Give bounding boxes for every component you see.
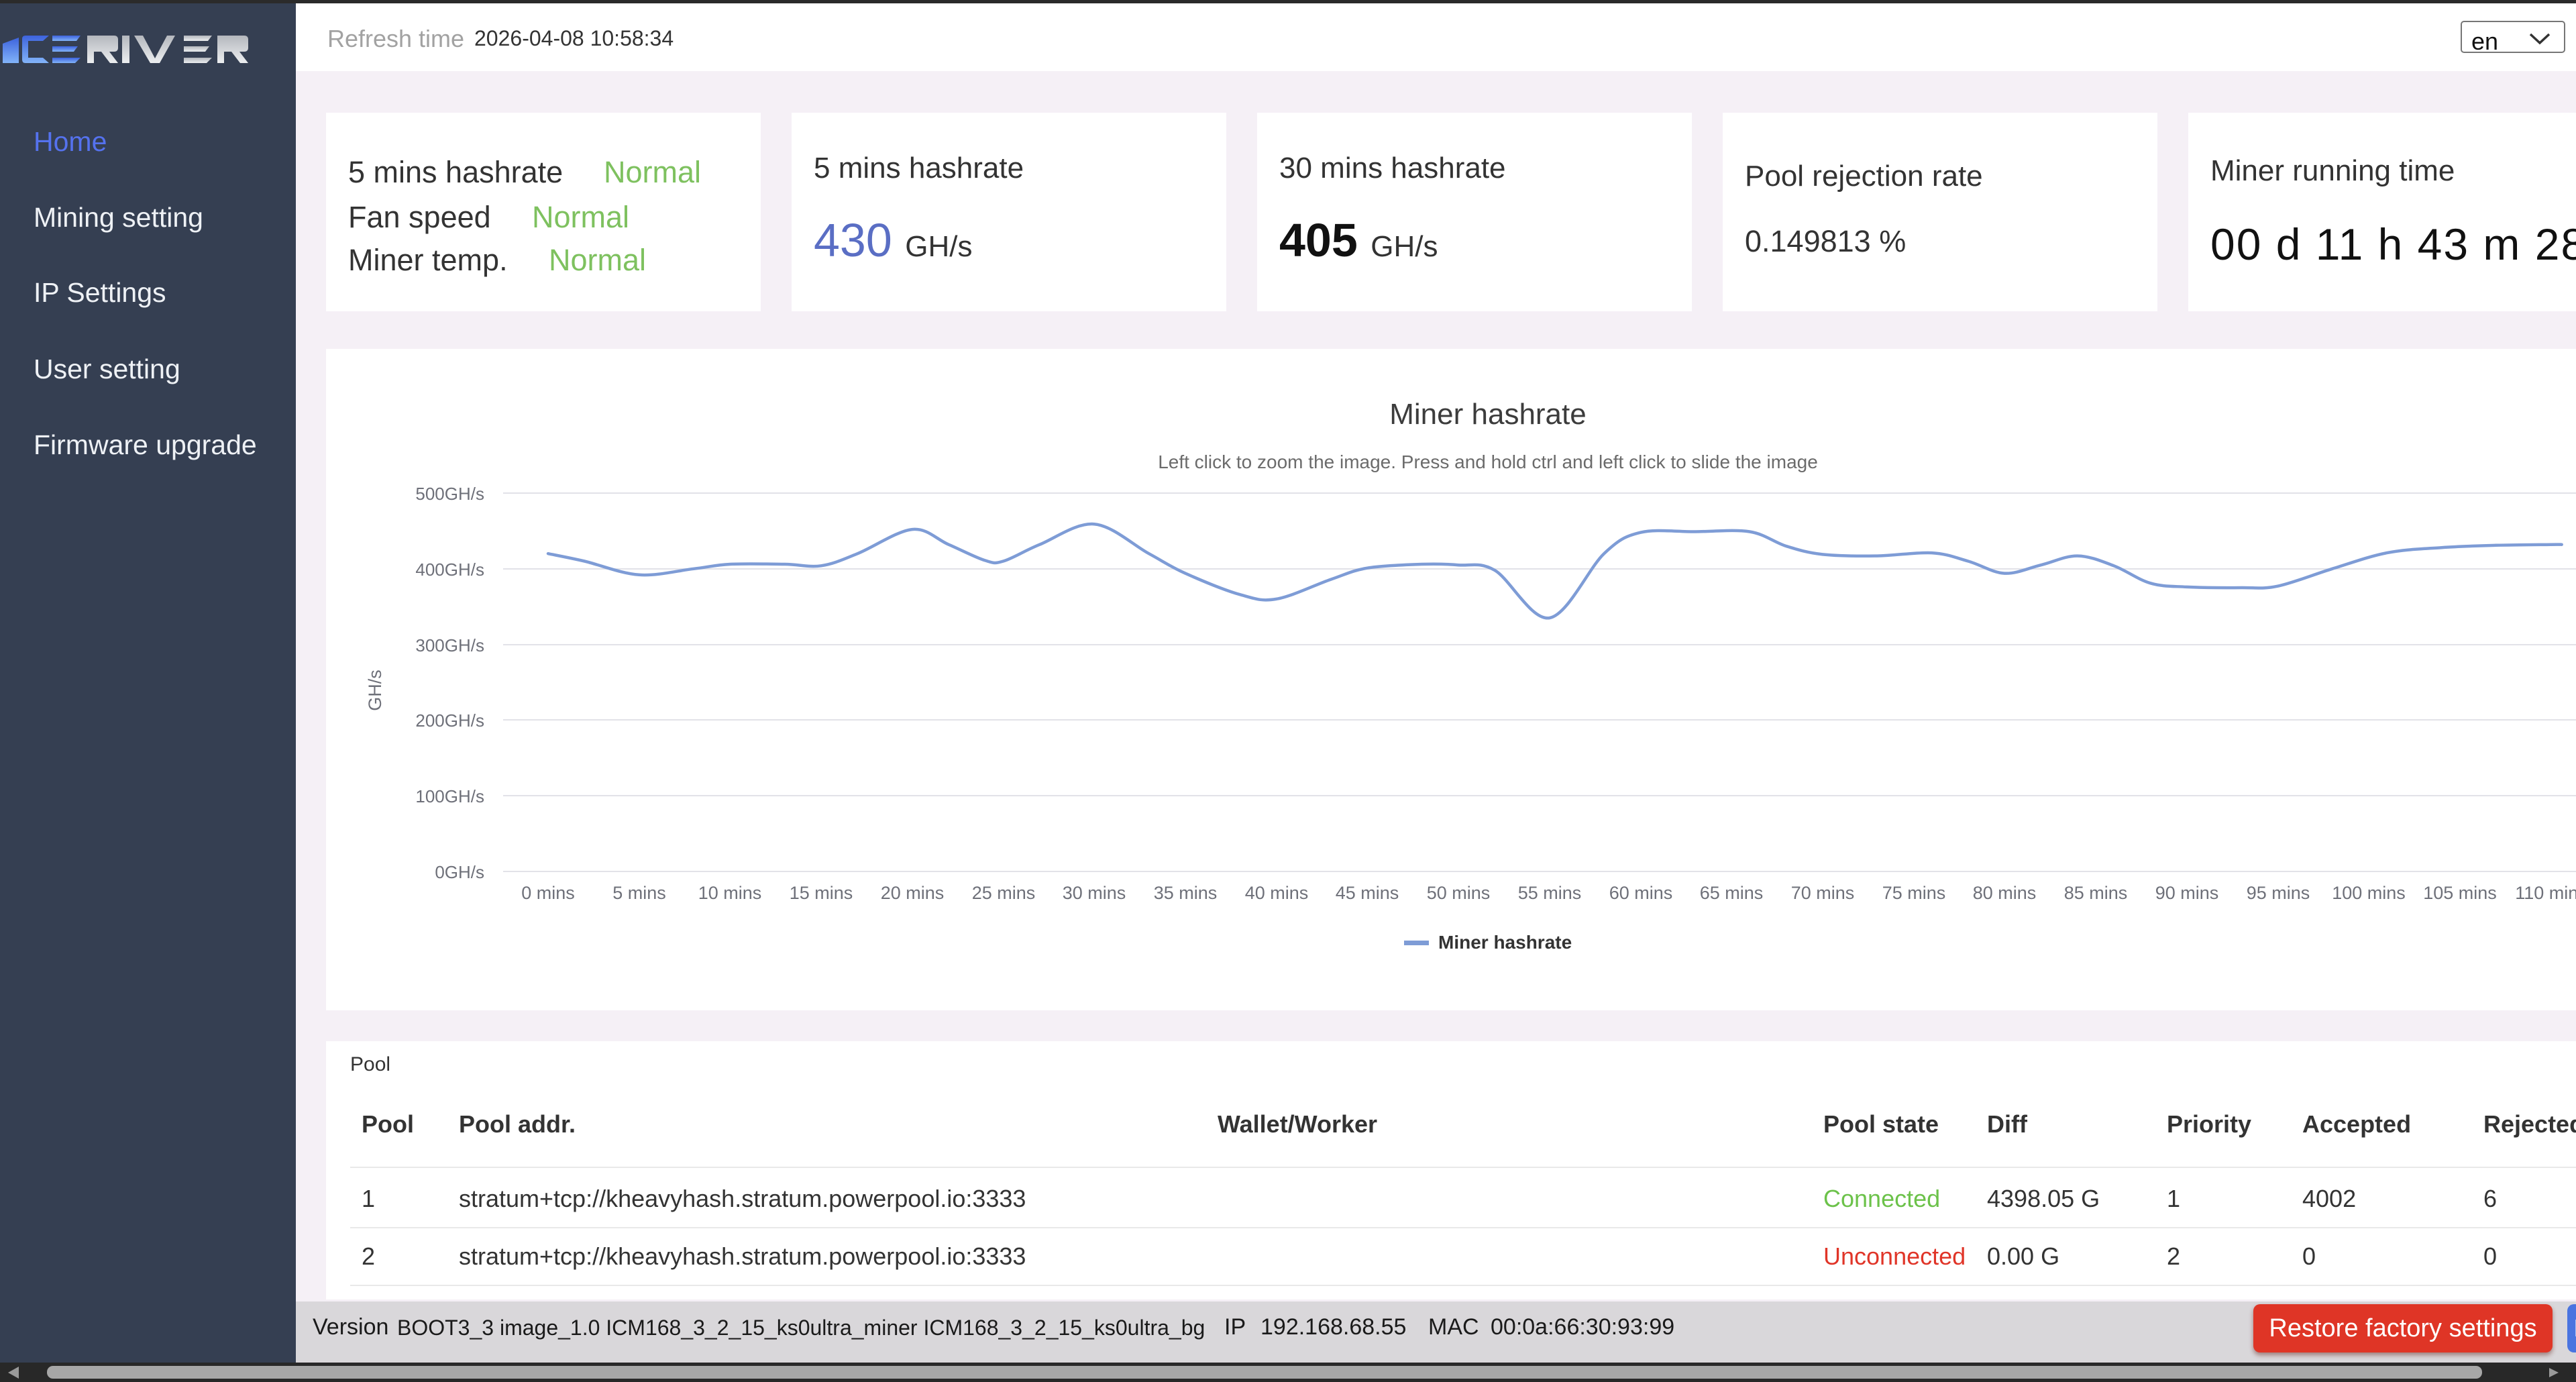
svg-text:20 mins: 20 mins [881,883,945,903]
svg-text:100 mins: 100 mins [2332,883,2406,903]
svg-text:10 mins: 10 mins [698,883,762,903]
svg-text:45 mins: 45 mins [1336,883,1399,903]
svg-text:25 mins: 25 mins [972,883,1036,903]
svg-text:85 mins: 85 mins [2064,883,2128,903]
svg-text:200GH/s: 200GH/s [415,710,484,731]
svg-text:110 mins: 110 mins [2515,883,2576,903]
svg-text:15 mins: 15 mins [790,883,853,903]
svg-text:80 mins: 80 mins [1973,883,2037,903]
svg-text:500GH/s: 500GH/s [415,484,484,504]
svg-text:70 mins: 70 mins [1791,883,1855,903]
svg-text:35 mins: 35 mins [1154,883,1218,903]
svg-text:50 mins: 50 mins [1427,883,1491,903]
svg-text:90 mins: 90 mins [2155,883,2219,903]
svg-text:GH/s: GH/s [365,670,385,711]
svg-text:0GH/s: 0GH/s [435,862,484,882]
svg-text:Miner hashrate: Miner hashrate [1389,398,1586,431]
svg-text:30 mins: 30 mins [1063,883,1126,903]
svg-text:300GH/s: 300GH/s [415,635,484,655]
svg-text:5 mins: 5 mins [612,883,666,903]
svg-text:95 mins: 95 mins [2247,883,2310,903]
svg-text:65 mins: 65 mins [1700,883,1764,903]
svg-text:55 mins: 55 mins [1518,883,1582,903]
svg-text:400GH/s: 400GH/s [415,560,484,580]
svg-text:0 mins: 0 mins [521,883,575,903]
svg-text:105 mins: 105 mins [2423,883,2497,903]
svg-text:40 mins: 40 mins [1245,883,1309,903]
svg-text:75 mins: 75 mins [1882,883,1946,903]
svg-text:Left click to zoom the image.: Left click to zoom the image. Press and … [1158,451,1818,472]
svg-text:Miner hashrate: Miner hashrate [1438,932,1572,953]
svg-text:60 mins: 60 mins [1609,883,1673,903]
svg-text:100GH/s: 100GH/s [415,786,484,806]
